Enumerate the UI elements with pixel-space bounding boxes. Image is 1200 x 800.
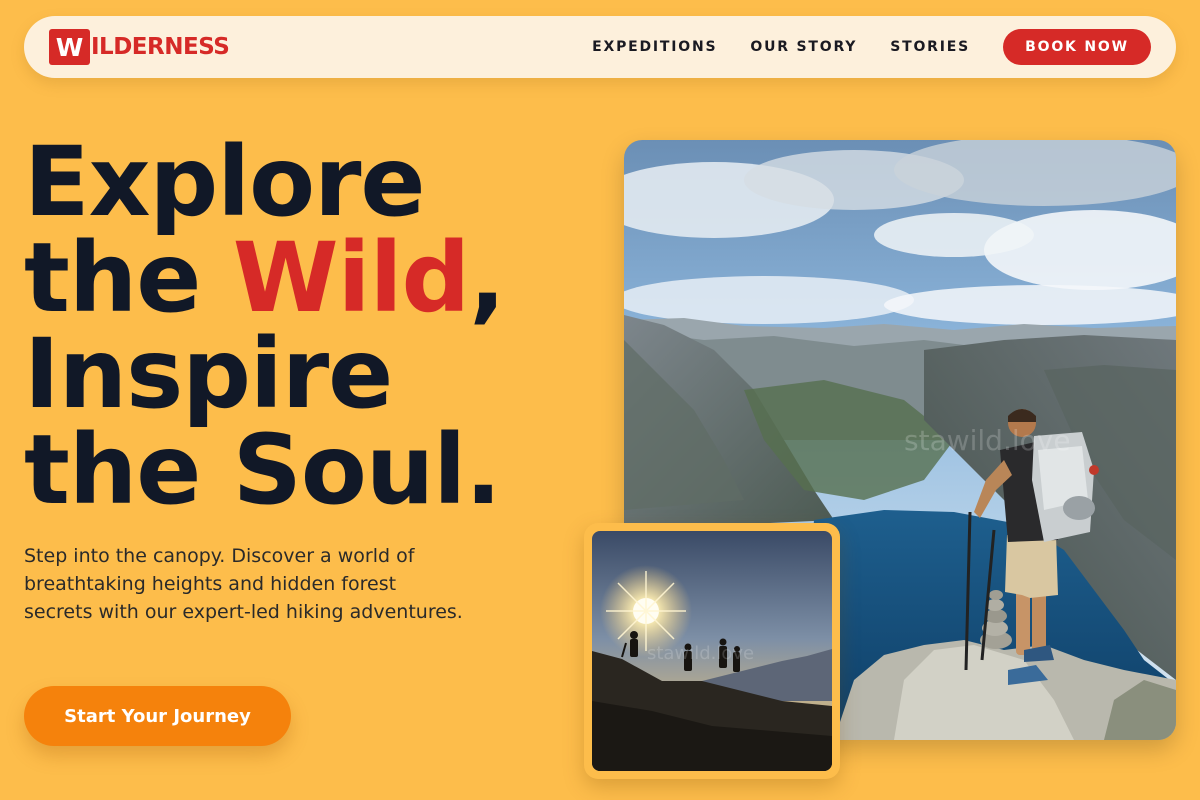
nav-link-our-story[interactable]: OUR STORY [750,39,857,55]
main-nav: EXPEDITIONS OUR STORY STORIES BOOK NOW [592,29,1151,65]
hero-subtitle: Step into the canopy. Discover a world o… [24,545,463,623]
headline-line-2-post: , [469,222,505,334]
nav-link-stories[interactable]: STORIES [890,39,970,55]
small-photo-watermark: stawild.love [647,643,754,664]
logo-text: ILDERNESS [91,34,230,60]
sunset-photo-frame: stawild.love [584,523,840,779]
book-now-button[interactable]: BOOK NOW [1003,29,1151,65]
headline-line-4: the Soul. [24,414,502,526]
sunset-hikers-photo: stawild.love [592,531,832,771]
start-journey-button[interactable]: Start Your Journey [24,686,291,746]
logo-mark: W [49,29,90,65]
navbar: W ILDERNESS EXPEDITIONS OUR STORY STORIE… [24,16,1176,78]
hero-headline: Explore the Wild, Inspire the Soul. [24,134,584,518]
nav-link-expeditions[interactable]: EXPEDITIONS [592,39,717,55]
logo[interactable]: W ILDERNESS [49,29,230,65]
main-photo-watermark: stawild.love [904,424,1071,457]
